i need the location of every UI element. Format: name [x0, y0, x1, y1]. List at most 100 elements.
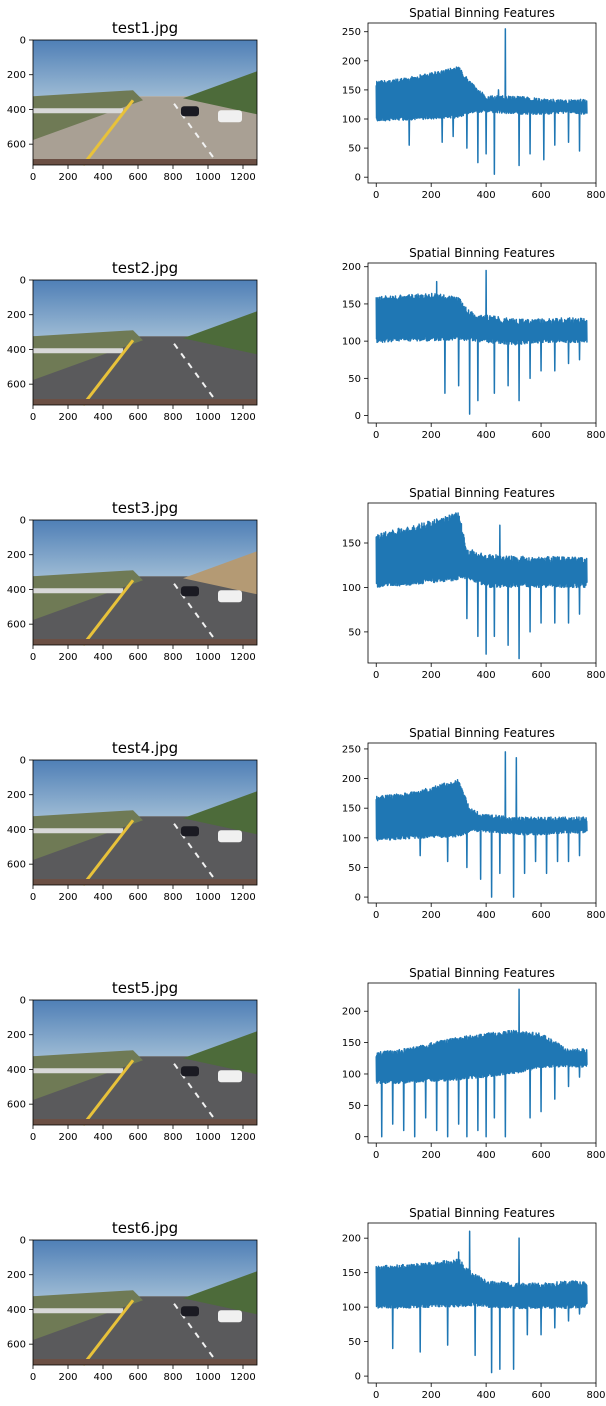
x-tick-label: 1200 [230, 1132, 255, 1143]
y-tick-label: 0 [355, 1132, 361, 1143]
x-tick-label: 600 [128, 1372, 147, 1383]
x-tick-label: 0 [373, 670, 379, 681]
series-line [375, 751, 588, 898]
y-tick-label: 200 [342, 56, 361, 67]
x-tick-label: 600 [128, 652, 147, 663]
image-subplot: test5.jpg 0 200 400 600 800 1000 1200 0 200 400 600 [7, 979, 258, 1143]
y-tick-label: 100 [342, 1069, 361, 1080]
y-tick-label: 100 [342, 583, 361, 594]
x-tick-label: 600 [532, 1150, 551, 1161]
image-title: test5.jpg [112, 979, 178, 997]
y-tick-label: 200 [7, 1030, 26, 1041]
x-tick-label: 200 [58, 892, 77, 903]
x-tick-label: 200 [422, 670, 441, 681]
chart-title: Spatial Binning Features [409, 6, 555, 20]
guard-rail [33, 108, 123, 114]
chart-title: Spatial Binning Features [409, 486, 555, 500]
guard-rail [33, 1068, 123, 1074]
guard-rail [33, 588, 123, 594]
y-tick-label: 0 [20, 276, 26, 287]
x-tick-label: 1200 [230, 652, 255, 663]
x-tick-label: 600 [532, 430, 551, 441]
x-tick-label: 0 [30, 1132, 36, 1143]
figure: test1.jpg0 200 400 600 800 1000 12000200400600… [7, 6, 606, 1401]
chart-subplot: Spatial Binning Features 0 200 400 600 800 0 50… [342, 1206, 606, 1401]
image-title: test4.jpg [112, 739, 178, 757]
x-tick-label: 800 [163, 892, 182, 903]
y-tick-label: 150 [342, 1038, 361, 1049]
x-tick-label: 1000 [195, 1372, 220, 1383]
x-tick-label: 0 [30, 652, 36, 663]
x-tick-label: 0 [373, 1390, 379, 1401]
y-tick-label: 150 [342, 1268, 361, 1279]
x-tick-label: 1000 [195, 652, 220, 663]
axes-frame [367, 262, 597, 424]
x-tick-label: 800 [586, 670, 605, 681]
y-tick-label: 50 [348, 627, 361, 638]
car-white [218, 830, 242, 843]
road-photo [33, 520, 257, 646]
y-tick-label: 0 [20, 516, 26, 527]
x-tick-label: 200 [422, 430, 441, 441]
image-subplot: test3.jpg 0 200 400 600 800 1000 1200 0 200 400 600 [7, 499, 258, 663]
series-line [375, 28, 588, 176]
chart-title: Spatial Binning Features [409, 246, 555, 260]
series-line [375, 988, 588, 1138]
x-tick-label: 400 [477, 910, 496, 921]
guard-rail [33, 1308, 123, 1314]
y-tick-label: 50 [348, 863, 361, 874]
x-tick-label: 400 [93, 1132, 112, 1143]
y-tick-label: 0 [355, 411, 361, 422]
x-tick-label: 800 [586, 190, 605, 201]
x-tick-label: 200 [422, 910, 441, 921]
y-tick-label: 600 [7, 140, 26, 151]
x-tick-label: 0 [30, 1372, 36, 1383]
x-tick-label: 800 [163, 1132, 182, 1143]
x-tick-label: 600 [532, 910, 551, 921]
x-tick-label: 0 [30, 892, 36, 903]
x-tick-label: 0 [373, 910, 379, 921]
series-line [375, 512, 588, 660]
chart-title: Spatial Binning Features [409, 966, 555, 980]
y-tick-label: 600 [7, 1340, 26, 1351]
image-subplot: test4.jpg 0 200 400 600 800 1000 1200 0 200 400 600 [7, 739, 258, 903]
x-tick-label: 0 [373, 430, 379, 441]
x-tick-label: 600 [532, 670, 551, 681]
road-photo [33, 1000, 257, 1126]
chart-subplot: Spatial Binning Features 0 200 400 600 800 0 50… [342, 726, 606, 921]
x-tick-label: 600 [128, 1132, 147, 1143]
y-tick-label: 50 [348, 144, 361, 155]
x-tick-label: 200 [422, 1390, 441, 1401]
car-hood [33, 159, 257, 165]
guard-rail [33, 348, 123, 354]
x-tick-label: 200 [58, 1132, 77, 1143]
y-tick-label: 0 [20, 36, 26, 47]
x-tick-label: 400 [477, 430, 496, 441]
car-dark [181, 1066, 199, 1077]
y-tick-label: 600 [7, 620, 26, 631]
x-tick-label: 200 [422, 1150, 441, 1161]
y-tick-label: 150 [342, 804, 361, 815]
x-tick-label: 400 [93, 892, 112, 903]
x-tick-label: 1000 [195, 172, 220, 183]
y-tick-label: 250 [342, 744, 361, 755]
y-tick-label: 150 [342, 299, 361, 310]
chart-subplot: Spatial Binning Features 0 200 400 600 800 0 50… [342, 6, 606, 201]
y-tick-label: 200 [342, 1007, 361, 1018]
x-tick-label: 0 [373, 1150, 379, 1161]
x-tick-label: 600 [128, 172, 147, 183]
x-tick-label: 400 [477, 190, 496, 201]
x-tick-label: 1000 [195, 412, 220, 423]
y-tick-label: 250 [342, 27, 361, 38]
x-tick-label: 800 [586, 910, 605, 921]
x-tick-label: 800 [163, 412, 182, 423]
y-tick-label: 100 [342, 833, 361, 844]
car-dark [181, 1306, 199, 1317]
image-subplot: test2.jpg 0 200 400 600 800 1000 1200 0 200 400 600 [7, 259, 258, 423]
car-hood [33, 879, 257, 885]
x-tick-label: 800 [163, 1372, 182, 1383]
x-tick-label: 1200 [230, 412, 255, 423]
road-photo [33, 40, 257, 166]
series-line [375, 1230, 588, 1374]
y-tick-label: 100 [342, 1303, 361, 1314]
